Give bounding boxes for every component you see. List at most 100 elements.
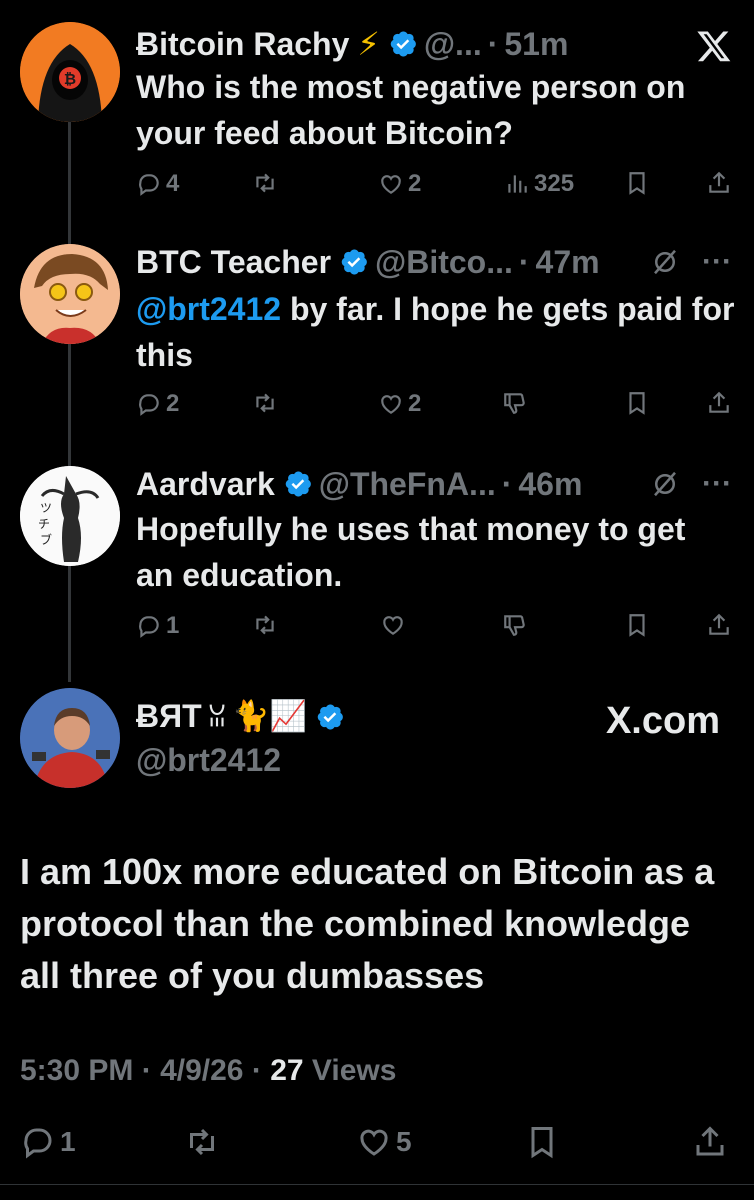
cat-chart-emojis: 🐈📈 — [232, 700, 308, 733]
handle[interactable]: @Bitco... — [375, 244, 513, 281]
repost-icon — [256, 393, 274, 413]
reply-icon — [139, 174, 159, 196]
views-chart-icon — [508, 175, 527, 193]
svg-text:₿: ₿ — [64, 70, 76, 88]
reply-button[interactable]: 4 — [136, 170, 179, 198]
more-options-icon[interactable]: ··· — [702, 245, 732, 279]
bookmark-icon — [629, 392, 645, 415]
post-text: Who is the most negative person on your … — [136, 69, 686, 151]
verified-badge-icon — [285, 471, 311, 497]
post-header: BTC Teacher @Bitco... · 47m — [136, 240, 600, 284]
like-button[interactable]: 5 — [356, 1124, 412, 1160]
like-button[interactable] — [380, 612, 406, 638]
bookmark-button[interactable] — [624, 612, 650, 638]
bookmark-button[interactable] — [524, 1124, 560, 1160]
main-display-name[interactable]: ɃЯT ꈍ 🐈📈 — [136, 698, 351, 735]
svg-text:チ: チ — [38, 517, 50, 531]
heart-icon — [360, 1129, 388, 1156]
share-button[interactable] — [706, 612, 732, 638]
repost-icon — [256, 173, 274, 193]
cartoon-face-icon — [20, 244, 120, 344]
reply-button[interactable]: 1 — [136, 612, 179, 640]
repost-icon — [256, 615, 274, 635]
reply-count: 4 — [166, 170, 180, 197]
post-text: @brt2412 by far. I hope he gets paid for… — [136, 286, 736, 378]
repost-button[interactable] — [184, 1124, 220, 1160]
reply-button[interactable]: 1 — [20, 1124, 76, 1160]
reply-icon — [139, 394, 159, 416]
handle[interactable]: @TheFnA... — [319, 466, 496, 503]
separator: · — [251, 1054, 262, 1087]
avatar[interactable]: ツ チ ブ — [20, 466, 120, 566]
divider — [0, 1184, 754, 1185]
x-logo-icon[interactable] — [696, 28, 732, 64]
hooded-figure-icon: ₿ — [20, 22, 120, 122]
main-action-bar: 1 5 — [20, 1124, 734, 1168]
lightning-emoji: ⚡ — [357, 26, 380, 62]
thumbs-down-icon — [504, 393, 525, 414]
display-name[interactable]: Aardvark — [136, 466, 275, 503]
separator: · — [518, 243, 530, 280]
share-icon — [696, 1126, 724, 1156]
share-button[interactable] — [706, 390, 732, 416]
views-button[interactable]: 325 — [504, 170, 574, 198]
bookmark-icon — [531, 1127, 553, 1159]
avatar[interactable]: ₿ — [20, 22, 120, 122]
share-icon — [709, 171, 729, 193]
share-button[interactable] — [692, 1124, 728, 1160]
dislike-button[interactable] — [502, 612, 528, 638]
post-meta: 5:30 PM · 4/9/26 · 27 Views — [20, 1054, 396, 1088]
verified-badge-icon — [317, 704, 343, 729]
more-options-icon[interactable]: ··· — [702, 467, 732, 501]
post-header: Aardvark @TheFnA... · 46m — [136, 462, 582, 506]
like-button[interactable]: 2 — [378, 170, 421, 198]
heart-icon — [381, 175, 401, 194]
separator: · — [501, 465, 513, 502]
grok-icon[interactable] — [650, 247, 680, 277]
like-button[interactable]: 2 — [378, 390, 421, 418]
timestamp[interactable]: 51m — [504, 26, 568, 63]
aardvark-illustration-icon: ツ チ ブ — [20, 466, 120, 566]
svg-text:ツ: ツ — [40, 501, 52, 515]
svg-text:ブ: ブ — [40, 532, 52, 547]
repost-icon — [190, 1128, 214, 1156]
post-time[interactable]: 5:30 PM — [20, 1054, 133, 1087]
reply-button[interactable]: 2 — [136, 390, 179, 418]
views-count: 27 — [270, 1054, 304, 1087]
views-count: 325 — [534, 170, 575, 197]
grok-icon[interactable] — [650, 469, 680, 499]
handle[interactable]: @... — [424, 26, 482, 63]
display-name[interactable]: BTC Teacher — [136, 244, 331, 281]
repost-button[interactable] — [252, 390, 278, 416]
action-bar: 1 — [136, 612, 734, 648]
dislike-button[interactable] — [502, 390, 528, 416]
share-icon — [709, 613, 729, 635]
bookmark-button[interactable] — [624, 390, 650, 416]
reply-count: 2 — [166, 390, 180, 417]
action-bar: 2 2 — [136, 390, 734, 426]
verified-badge-icon — [390, 31, 416, 57]
post-header-right: ··· — [650, 462, 732, 506]
bookmark-button[interactable] — [624, 170, 650, 196]
repost-button[interactable] — [252, 170, 278, 196]
timestamp[interactable]: 46m — [518, 466, 582, 503]
post-date[interactable]: 4/9/26 — [160, 1054, 243, 1087]
main-name-suffix: ꈍ — [207, 705, 227, 732]
bookmark-icon — [629, 614, 645, 637]
display-name[interactable]: Ƀitcoin Rachy — [136, 26, 349, 63]
separator: · — [141, 1054, 152, 1087]
mention-link[interactable]: @brt2412 — [136, 291, 281, 327]
bookmark-icon — [629, 172, 645, 195]
repost-button[interactable] — [252, 612, 278, 638]
post-header: Ƀitcoin Rachy ⚡ @... · 51m — [136, 22, 568, 66]
main-avatar[interactable] — [20, 688, 120, 788]
main-name-text: ɃЯT — [136, 698, 202, 734]
avatar[interactable] — [20, 244, 120, 344]
timestamp[interactable]: 47m — [536, 244, 600, 281]
separator: · — [487, 25, 499, 62]
views-label: Views — [311, 1054, 397, 1087]
person-photo-icon — [20, 688, 120, 788]
main-handle[interactable]: @brt2412 — [136, 742, 281, 779]
verified-badge-icon — [341, 249, 367, 275]
share-button[interactable] — [706, 170, 732, 196]
